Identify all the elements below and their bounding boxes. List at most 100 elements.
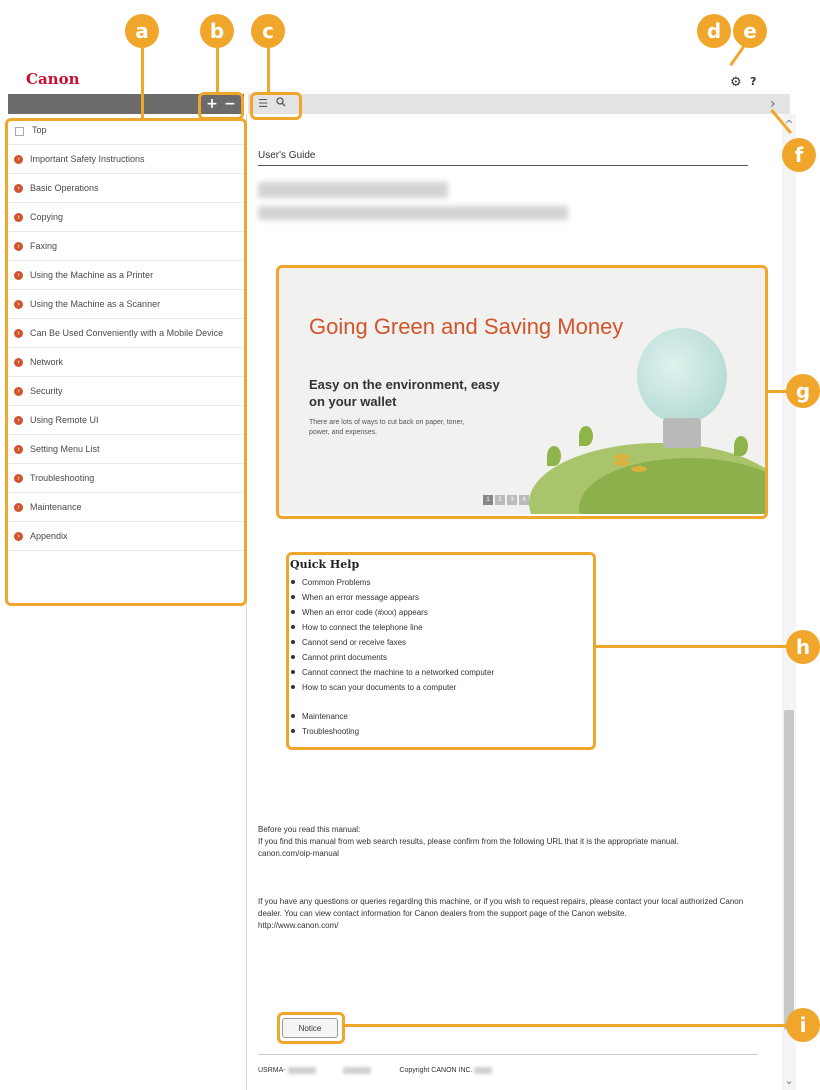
- sidebar-item[interactable]: › Basic Operations: [8, 174, 244, 203]
- chevron-right-icon: ›: [14, 503, 23, 512]
- callout-badge: g: [786, 374, 820, 408]
- sidebar-item-label: Using the Machine as a Printer: [30, 270, 154, 280]
- sidebar-item[interactable]: › Faxing: [8, 232, 244, 261]
- banner-body: There are lots of ways to cut back on pa…: [309, 419, 465, 436]
- callout-badge: c: [251, 14, 285, 48]
- sidebar-item-label: Security: [30, 386, 63, 396]
- chevron-right-icon: ›: [14, 358, 23, 367]
- content-toolbar: ☰: [248, 94, 790, 114]
- sidebar-item-label: Top: [32, 125, 47, 135]
- callout-badge: i: [786, 1008, 820, 1042]
- sidebar-item[interactable]: › Maintenance: [8, 493, 244, 522]
- sidebar-item[interactable]: › Can Be Used Conveniently with a Mobile …: [8, 319, 244, 348]
- quick-help: Quick Help Common Problems When an error …: [290, 558, 590, 739]
- blurred-model-list: [258, 206, 568, 220]
- callout-badge: b: [200, 14, 234, 48]
- quick-help-link[interactable]: Common Problems: [290, 575, 590, 590]
- blurred-year: [474, 1067, 493, 1074]
- chevron-right-icon: ›: [14, 271, 23, 280]
- quick-help-link[interactable]: When an error message appears: [290, 590, 590, 605]
- sidebar-item-label: Can Be Used Conveniently with a Mobile D…: [30, 328, 224, 338]
- coin-icon: [631, 466, 647, 472]
- sidebar-item-label: Troubleshooting: [30, 473, 95, 483]
- page-icon: [15, 127, 24, 136]
- sidebar-item[interactable]: › Using the Machine as a Printer: [8, 261, 244, 290]
- sidebar-toolbar: + −: [8, 94, 244, 114]
- pager-dot[interactable]: 1: [483, 495, 493, 505]
- blurred-model-name: [258, 182, 448, 198]
- sidebar-item[interactable]: › Copying: [8, 203, 244, 232]
- quick-help-title: Quick Help: [290, 558, 360, 571]
- coin-icon: [614, 454, 630, 460]
- minus-icon[interactable]: −: [222, 96, 238, 112]
- sidebar-item[interactable]: › Important Safety Instructions: [8, 145, 244, 174]
- pane-divider[interactable]: [246, 114, 247, 1090]
- callout-badge: f: [782, 138, 816, 172]
- pager-dot[interactable]: 2: [495, 495, 505, 505]
- footer: USRMA- Copyright CANON INC.: [258, 1054, 758, 1074]
- callout-line: [141, 48, 144, 120]
- page-title: User's Guide: [258, 150, 748, 166]
- callout-line: [342, 1024, 792, 1027]
- quick-help-link[interactable]: Troubleshooting: [290, 724, 590, 739]
- doc-code: USRMA-: [258, 1067, 286, 1075]
- pager-dot[interactable]: 4: [519, 495, 529, 505]
- callout-badge: h: [786, 630, 820, 664]
- callout-line: [593, 645, 791, 648]
- sidebar-item-label: Basic Operations: [30, 183, 99, 193]
- list-icon[interactable]: ☰: [256, 97, 270, 111]
- callout-badge: e: [733, 14, 767, 48]
- quick-help-link[interactable]: How to scan your documents to a computer: [290, 680, 590, 695]
- help-button[interactable]: ?: [750, 75, 756, 88]
- quick-help-link[interactable]: Maintenance: [290, 709, 590, 724]
- chevron-right-icon: ›: [14, 213, 23, 222]
- plus-icon[interactable]: +: [204, 96, 220, 112]
- sidebar-item[interactable]: › Appendix: [8, 522, 244, 551]
- feature-banner[interactable]: Going Green and Saving Money Easy on the…: [279, 268, 765, 514]
- quick-help-list: Maintenance Troubleshooting: [290, 709, 590, 739]
- quick-help-link[interactable]: When an error code (#xxx) appears: [290, 605, 590, 620]
- lightbulb-base: [663, 418, 701, 448]
- before-you-read: Before you read this manual: If you find…: [258, 824, 758, 860]
- chevron-right-icon: ›: [14, 416, 23, 425]
- leaf-icon: [547, 446, 561, 466]
- sidebar-item-label: Important Safety Instructions: [30, 154, 145, 164]
- sidebar-item[interactable]: › Setting Menu List: [8, 435, 244, 464]
- manual-url-link[interactable]: canon.com/oip-manual: [258, 848, 758, 860]
- chevron-right-icon: ›: [14, 300, 23, 309]
- contact-text: If you have any questions or queries reg…: [258, 897, 744, 918]
- notice-button[interactable]: Notice: [282, 1018, 338, 1038]
- sidebar-item-label: Appendix: [30, 531, 68, 541]
- quick-help-link[interactable]: Cannot send or receive faxes: [290, 635, 590, 650]
- search-icon[interactable]: [274, 97, 288, 111]
- gear-icon[interactable]: ⚙: [730, 76, 743, 89]
- callout-line: [267, 48, 270, 94]
- sidebar-item-label: Network: [30, 357, 64, 367]
- chevron-right-icon: ›: [14, 445, 23, 454]
- quick-help-link[interactable]: Cannot print documents: [290, 650, 590, 665]
- sidebar-item[interactable]: › Network: [8, 348, 244, 377]
- chevron-right-icon: ›: [14, 532, 23, 541]
- sidebar-item[interactable]: Top: [8, 118, 244, 145]
- sidebar-item-label: Copying: [30, 212, 64, 222]
- scroll-down-icon[interactable]: ⌄: [782, 1074, 796, 1087]
- quick-help-list: Common Problems When an error message app…: [290, 575, 590, 695]
- quick-help-link[interactable]: Cannot connect the machine to a networke…: [290, 665, 590, 680]
- callout-badge: a: [125, 14, 159, 48]
- chevron-right-icon: ›: [14, 387, 23, 396]
- leaf-icon: [579, 426, 593, 446]
- chevron-right-icon: ›: [14, 329, 23, 338]
- canon-url-link[interactable]: http://www.canon.com/: [258, 920, 758, 932]
- pager-dot[interactable]: 3: [507, 495, 517, 505]
- sidebar-item[interactable]: › Using the Machine as a Scanner: [8, 290, 244, 319]
- sidebar-item[interactable]: › Using Remote UI: [8, 406, 244, 435]
- copyright-text: Copyright CANON INC.: [399, 1067, 473, 1075]
- callout-badge: d: [697, 14, 731, 48]
- before-text: If you find this manual from web search …: [258, 837, 679, 846]
- scrollbar-thumb[interactable]: [784, 710, 794, 1030]
- sidebar-item[interactable]: › Security: [8, 377, 244, 406]
- sidebar-item-label: Maintenance: [30, 502, 82, 512]
- sidebar-item-label: Faxing: [30, 241, 58, 251]
- quick-help-link[interactable]: How to connect the telephone line: [290, 620, 590, 635]
- sidebar-item[interactable]: › Troubleshooting: [8, 464, 244, 493]
